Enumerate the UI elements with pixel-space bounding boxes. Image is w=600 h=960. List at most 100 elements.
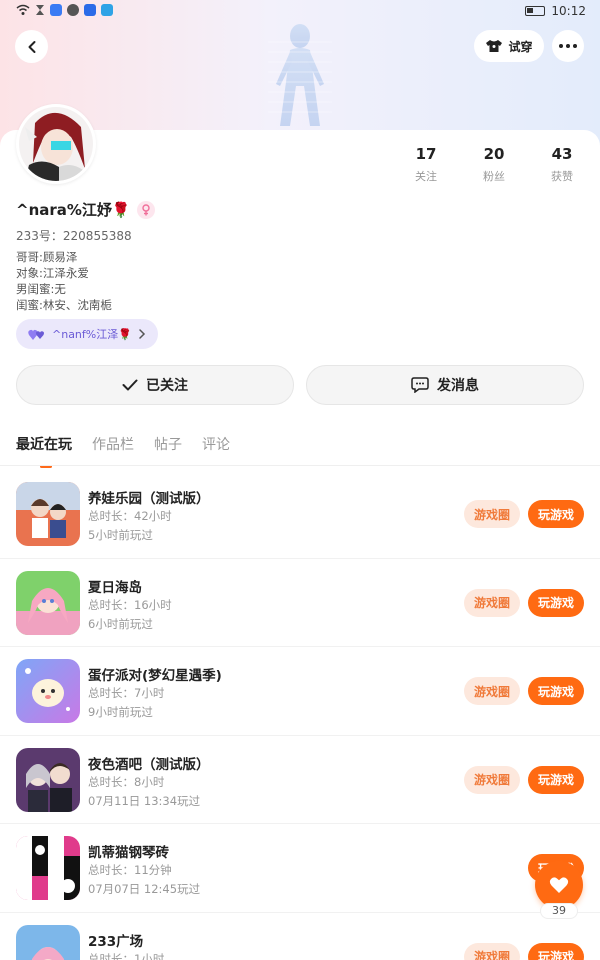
profile-tabs: 最近在玩 作品栏 帖子 评论 <box>16 434 230 468</box>
more-dot <box>573 44 577 48</box>
status-icons-right: 10:12 <box>525 4 586 18</box>
app-notification-icon <box>84 4 96 16</box>
send-message-button[interactable]: 发消息 <box>306 365 584 405</box>
game-duration: 总时长：11分钟 <box>88 863 172 877</box>
app-notification-icon <box>101 4 113 16</box>
game-name: 233广场 <box>88 933 144 950</box>
heart-icon <box>549 877 569 893</box>
bio-line: 对象:江泽永爱 <box>16 266 89 280</box>
hourglass-icon <box>36 5 44 15</box>
game-icon <box>16 659 80 723</box>
game-list-item[interactable]: 凯蒂猫钢琴砖 总时长：11分钟 07月07日 12:45玩过 玩游戏 <box>0 824 600 913</box>
more-dot <box>566 44 570 48</box>
game-list-item[interactable]: 蛋仔派对(梦幻星遇季) 总时长：7小时 9小时前玩过 游戏圈 玩游戏 <box>0 647 600 736</box>
tab-recently-played[interactable]: 最近在玩 <box>16 434 72 468</box>
game-duration: 总时长：7小时 <box>88 686 165 700</box>
game-circle-button[interactable]: 游戏圈 <box>464 500 520 528</box>
profile-stats: 17 关注 20 粉丝 43 获赞 <box>392 145 596 184</box>
game-last-played: 9小时前玩过 <box>88 705 153 719</box>
back-button[interactable] <box>15 30 48 63</box>
checkmark-icon <box>122 379 138 391</box>
stat-value: 17 <box>415 145 437 163</box>
stat-followers[interactable]: 20 粉丝 <box>460 145 528 184</box>
game-duration: 总时长：16小时 <box>88 597 172 612</box>
game-list-item[interactable]: 夏日海岛 总时长：16小时 6小时前玩过 游戏圈 玩游戏 <box>0 559 600 647</box>
bio: 哥哥:顾易泽 对象:江泽永爱 男闺蜜:无 闺蜜:林安、沈南栀 <box>16 249 112 313</box>
tshirt-icon <box>486 40 503 52</box>
game-list-item[interactable]: 养娃乐园（测试版） 总时长：42小时 5小时前玩过 游戏圈 玩游戏 <box>0 470 600 559</box>
game-name: 养娃乐园（测试版） <box>88 491 210 507</box>
game-circle-button[interactable]: 游戏圈 <box>464 765 520 794</box>
female-gender-icon <box>136 200 155 219</box>
game-icon <box>16 836 80 900</box>
username: ^nara%江妤🌹 <box>16 201 131 219</box>
game-circle-button[interactable]: 游戏圈 <box>464 588 520 617</box>
game-circle-button[interactable]: 游戏圈 <box>464 942 520 960</box>
stat-value: 20 <box>483 145 505 163</box>
more-options-button[interactable] <box>552 30 584 62</box>
try-on-button[interactable]: 试穿 <box>474 30 544 62</box>
stat-value: 43 <box>551 145 573 163</box>
game-list-item[interactable]: 夜色酒吧（测试版） 总时长：8小时 07月11日 13:34玩过 游戏圈 玩游戏 <box>0 736 600 824</box>
double-heart-icon <box>28 329 45 340</box>
play-game-button[interactable]: 玩游戏 <box>528 677 584 705</box>
status-bar: 10:12 <box>0 0 600 24</box>
game-duration: 总时长：1小时 <box>88 951 165 960</box>
game-last-played: 5小时前玩过 <box>88 528 153 542</box>
profile-actions: 已关注 发消息 <box>16 365 584 405</box>
bio-line: 闺蜜:林安、沈南栀 <box>16 298 112 312</box>
stat-label: 获赞 <box>551 170 573 183</box>
game-name: 蛋仔派对(梦幻星遇季) <box>88 668 222 684</box>
stat-label: 粉丝 <box>483 170 505 183</box>
play-game-button[interactable]: 玩游戏 <box>528 765 584 794</box>
chevron-left-icon <box>28 40 35 53</box>
app-notification-icon <box>50 4 62 16</box>
relationship-label: ^nanf%江泽🌹 <box>52 328 132 341</box>
user-id: 233号：220855388 <box>16 229 132 243</box>
tab-comments[interactable]: 评论 <box>202 434 230 466</box>
recently-played-list: 养娃乐园（测试版） 总时长：42小时 5小时前玩过 游戏圈 玩游戏 夏日海岛 总… <box>0 470 600 960</box>
game-list-item[interactable]: 233广场 总时长：1小时 游戏圈 玩游戏 <box>0 913 600 960</box>
username-row: ^nara%江妤🌹 <box>16 199 155 220</box>
game-last-played: 6小时前玩过 <box>88 616 153 631</box>
avatar[interactable] <box>16 104 96 184</box>
stat-following[interactable]: 17 关注 <box>392 145 460 184</box>
relationship-chip[interactable]: ^nanf%江泽🌹 <box>16 319 158 349</box>
game-circle-button[interactable]: 游戏圈 <box>464 677 520 705</box>
wechat-icon <box>67 4 79 16</box>
play-game-button[interactable]: 玩游戏 <box>528 942 584 960</box>
followed-button[interactable]: 已关注 <box>16 365 294 405</box>
game-name: 夜色酒吧（测试版） <box>88 756 210 773</box>
game-icon <box>16 482 80 546</box>
battery-icon <box>525 6 546 16</box>
play-game-button[interactable]: 玩游戏 <box>528 588 584 617</box>
play-game-button[interactable]: 玩游戏 <box>528 500 584 528</box>
message-icon <box>411 377 429 393</box>
game-duration: 总时长：42小时 <box>88 509 172 523</box>
wifi-icon <box>16 4 30 15</box>
followed-label: 已关注 <box>146 378 188 394</box>
game-icon <box>16 570 80 635</box>
tab-works[interactable]: 作品栏 <box>92 434 134 466</box>
tab-divider <box>0 465 600 466</box>
avatar-figure-silhouette <box>268 24 332 126</box>
like-count-badge: 39 <box>540 903 578 919</box>
stat-likes[interactable]: 43 获赞 <box>528 145 596 184</box>
tab-posts[interactable]: 帖子 <box>154 434 182 466</box>
stat-label: 关注 <box>415 170 437 183</box>
bio-line: 哥哥:顾易泽 <box>16 250 78 264</box>
send-message-label: 发消息 <box>437 378 479 394</box>
game-duration: 总时长：8小时 <box>88 774 165 789</box>
more-dot <box>559 44 563 48</box>
game-icon <box>16 924 80 960</box>
like-fab-button[interactable] <box>535 861 583 909</box>
game-icon <box>16 747 80 812</box>
bio-line: 男闺蜜:无 <box>16 282 66 296</box>
game-name: 凯蒂猫钢琴砖 <box>88 845 169 861</box>
chevron-right-icon <box>139 329 145 339</box>
status-time: 10:12 <box>551 4 586 18</box>
game-last-played: 07月11日 13:34玩过 <box>88 793 201 808</box>
try-on-label: 试穿 <box>508 39 533 54</box>
game-name: 夏日海岛 <box>88 579 142 596</box>
status-icons-left <box>16 4 113 16</box>
